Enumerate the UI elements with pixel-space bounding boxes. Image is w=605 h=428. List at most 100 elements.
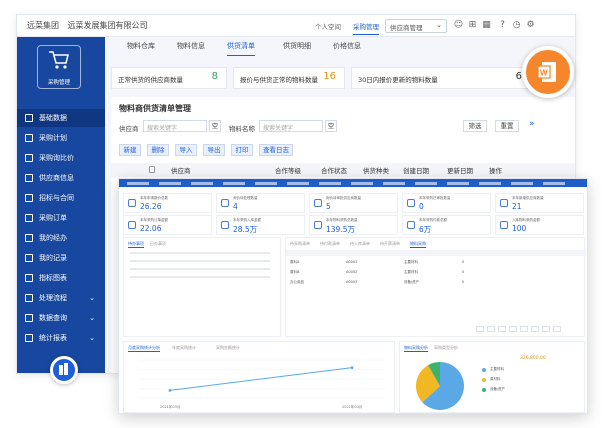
kpi-value: 139.5万	[326, 225, 355, 234]
sidebar-item[interactable]: 数据查询 ⌄	[17, 309, 105, 327]
sidebar-item[interactable]: 采购计划	[17, 129, 105, 147]
list-item[interactable]	[130, 276, 270, 278]
kpi-label: 本年物料采购总数量	[326, 218, 358, 222]
user-icon[interactable]: ☺	[453, 20, 464, 31]
list-item[interactable]	[130, 260, 270, 262]
chevron-down-icon: ⌄	[89, 314, 95, 322]
pager-button[interactable]	[553, 326, 561, 332]
tab-todo[interactable]: 待办事项	[128, 241, 144, 248]
tab-price-info[interactable]: 价格信息	[333, 41, 361, 51]
tab-purchase-list[interactable]: 待开票清单	[380, 241, 400, 247]
sidebar-item[interactable]: 基础数据	[17, 109, 105, 127]
pager-button[interactable]	[487, 326, 495, 332]
tab-purchase-list[interactable]: 物料采购	[410, 241, 426, 248]
tab-purchase-list[interactable]: 待入库清单	[350, 241, 370, 247]
tab-monthly-chart[interactable]: 年度采购统计	[172, 345, 196, 351]
kpi-label: 本年采购订单金额	[140, 218, 168, 222]
sidebar-item-label: 采购询比价	[39, 154, 74, 162]
toolbar-button[interactable]: 导出	[203, 144, 225, 156]
kpi-value: 28.5万	[233, 225, 258, 234]
module-select[interactable]: 供应商管理 ⌄	[385, 19, 447, 33]
kpi-value: 4	[233, 202, 238, 211]
kpi-icon	[407, 221, 415, 229]
sidebar-item[interactable]: 指标图表	[17, 269, 105, 287]
cell-unit: 主要材料	[404, 270, 418, 274]
sidebar-item[interactable]: 我的记录	[17, 249, 105, 267]
reset-button[interactable]: 重置	[495, 120, 519, 132]
toolbar-button[interactable]: 删除	[147, 144, 169, 156]
nav-item[interactable]	[543, 182, 565, 185]
sidebar-item[interactable]: 采购订单	[17, 209, 105, 227]
grid-icon[interactable]: ▦	[481, 20, 492, 31]
tab-done[interactable]: 已办事项	[150, 241, 166, 247]
sidebar-item[interactable]: 我的经办	[17, 229, 105, 247]
nav-item[interactable]	[351, 182, 373, 185]
tab-purchase-list[interactable]: 待采购清单	[290, 241, 310, 247]
kpi-icon	[128, 221, 136, 229]
nav-item[interactable]	[447, 182, 469, 185]
nav-personal-space[interactable]: 个人空间	[315, 21, 341, 31]
col-status: 合作状态	[321, 167, 347, 175]
clock-icon[interactable]: ◷	[511, 20, 522, 31]
kpi-card: 本年新增供应商数量 21	[495, 193, 584, 213]
sidebar-item[interactable]: 招标与合同	[17, 189, 105, 207]
tab-type-analysis[interactable]: 采购类型分析	[434, 345, 458, 351]
toolbar-button[interactable]: 打印	[231, 144, 253, 156]
sidebar-item-label: 招标与合同	[39, 194, 74, 202]
nav-item[interactable]	[127, 182, 149, 185]
material-clear-button[interactable]: 空	[325, 120, 337, 132]
kpi-label: 本年采购付款总额	[419, 218, 447, 222]
apps-icon[interactable]: ⊞	[467, 20, 478, 31]
nav-item[interactable]	[191, 182, 213, 185]
sidebar-item[interactable]: 统计报表 ⌄	[17, 329, 105, 347]
legend-label: 设备/资产	[490, 387, 506, 391]
settings-icon[interactable]: ⚙	[525, 20, 536, 31]
tab-supply-detail[interactable]: 供货明细	[283, 41, 311, 51]
col-updated: 更新日期	[447, 167, 473, 175]
nav-purchase-management[interactable]: 采购管理	[353, 21, 379, 35]
nav-item[interactable]	[255, 182, 277, 185]
nav-item[interactable]	[511, 182, 533, 185]
toolbar-button[interactable]: 查看日志	[259, 144, 293, 156]
tab-supply-list[interactable]: 供货清单	[227, 41, 255, 56]
list-item[interactable]	[130, 252, 270, 254]
sidebar-item[interactable]: 采购询比价	[17, 149, 105, 167]
tab-material-warehouse[interactable]: 物料仓库	[127, 41, 155, 51]
nav-item[interactable]	[479, 182, 501, 185]
stat-suppliers-label: 正常供货的供应商数量	[118, 76, 183, 84]
toolbar-button[interactable]: 新建	[119, 144, 141, 156]
help-icon[interactable]: ?	[497, 20, 508, 31]
line-chart: 2021年03月 2021年04月	[140, 359, 386, 409]
tab-material-info[interactable]: 物料信息	[177, 41, 205, 51]
list-item[interactable]	[130, 268, 270, 270]
expand-icon[interactable]: »	[529, 119, 535, 129]
supplier-search-input[interactable]: 搜索关键字	[143, 120, 207, 132]
brand: 远菜集团 远菜发展集团有限公司	[27, 20, 154, 31]
pager-button[interactable]	[498, 326, 506, 332]
nav-item[interactable]	[287, 182, 309, 185]
nav-item[interactable]	[415, 182, 437, 185]
filter-button[interactable]: 筛选	[463, 120, 487, 132]
sidebar-item-label: 采购计划	[39, 134, 67, 142]
tab-purchase-list[interactable]: 待付款清单	[320, 241, 340, 247]
pager-button[interactable]	[520, 326, 528, 332]
pager-button[interactable]	[542, 326, 550, 332]
nav-item[interactable]	[223, 182, 245, 185]
material-total: 326,800.00	[520, 356, 546, 361]
supplier-clear-button[interactable]: 空	[209, 120, 221, 132]
nav-item[interactable]	[159, 182, 181, 185]
kpi-icon	[314, 199, 322, 207]
nav-item[interactable]	[319, 182, 341, 185]
pager-button[interactable]	[531, 326, 539, 332]
sidebar-item[interactable]: 供应商信息	[17, 169, 105, 187]
tab-monthly-chart[interactable]: 采购金额统计	[216, 345, 240, 351]
pager-button[interactable]	[509, 326, 517, 332]
material-search-input[interactable]: 搜索关键字	[259, 120, 323, 132]
org-name: 远菜集团	[27, 21, 59, 30]
toolbar-button[interactable]: 导入	[175, 144, 197, 156]
pager-button[interactable]	[476, 326, 484, 332]
tab-monthly-chart[interactable]: 月度采购统计分析	[128, 345, 160, 352]
sidebar-item[interactable]: 处理流程 ⌄	[17, 289, 105, 307]
tab-material-analysis[interactable]: 物料采购分析	[404, 345, 428, 352]
nav-item[interactable]	[383, 182, 405, 185]
